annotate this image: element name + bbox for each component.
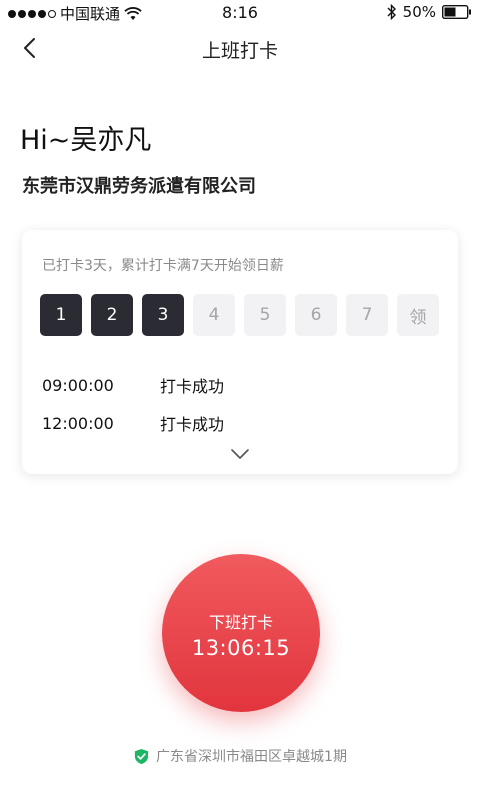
claim-salary-box[interactable]: 领 bbox=[397, 294, 439, 336]
record-time: 12:00:00 bbox=[42, 413, 114, 433]
clock-out-label: 下班打卡 bbox=[208, 613, 273, 632]
status-right: 50% bbox=[387, 3, 472, 21]
chevron-down-icon[interactable] bbox=[230, 448, 250, 460]
clock-out-button[interactable]: 下班打卡 13:06:15 bbox=[162, 554, 320, 712]
nav-bar: 上班打卡 bbox=[0, 26, 480, 70]
day-box-7: 7 bbox=[346, 294, 388, 336]
day-box-4: 4 bbox=[193, 294, 235, 336]
day-box-2: 2 bbox=[91, 294, 133, 336]
day-box-1: 1 bbox=[40, 294, 82, 336]
record-row: 09:00:00 打卡成功 bbox=[42, 366, 442, 404]
location-text: 广东省深圳市福田区卓越城1期 bbox=[156, 749, 347, 765]
status-bar: 中国联通 8:16 50% bbox=[0, 0, 480, 26]
record-row: 12:00:00 打卡成功 bbox=[42, 404, 442, 442]
record-status: 打卡成功 bbox=[160, 377, 225, 396]
day-box-6: 6 bbox=[295, 294, 337, 336]
battery-percent: 50% bbox=[402, 3, 436, 21]
checkin-hint: 已打卡3天，累计打卡满7天开始领日薪 bbox=[42, 258, 284, 274]
day-box-3: 3 bbox=[142, 294, 184, 336]
location-verified-icon bbox=[134, 748, 149, 764]
day-progress: 1 2 3 4 5 6 7 领 bbox=[40, 294, 439, 336]
bluetooth-icon bbox=[387, 4, 396, 20]
day-box-5: 5 bbox=[244, 294, 286, 336]
greeting-text: Hi~吴亦凡 bbox=[20, 125, 152, 156]
battery-icon bbox=[442, 5, 471, 19]
page-title: 上班打卡 bbox=[201, 40, 278, 62]
checkin-card: 已打卡3天，累计打卡满7天开始领日薪 1 2 3 4 5 6 7 领 09:00… bbox=[22, 230, 458, 474]
checkin-records: 09:00:00 打卡成功 12:00:00 打卡成功 bbox=[42, 366, 442, 442]
location-info: 广东省深圳市福田区卓越城1期 bbox=[0, 746, 480, 766]
company-name: 东莞市汉鼎劳务派遣有限公司 bbox=[22, 176, 256, 197]
record-status: 打卡成功 bbox=[160, 415, 225, 434]
record-time: 09:00:00 bbox=[42, 375, 114, 395]
current-time: 13:06:15 bbox=[191, 636, 291, 660]
